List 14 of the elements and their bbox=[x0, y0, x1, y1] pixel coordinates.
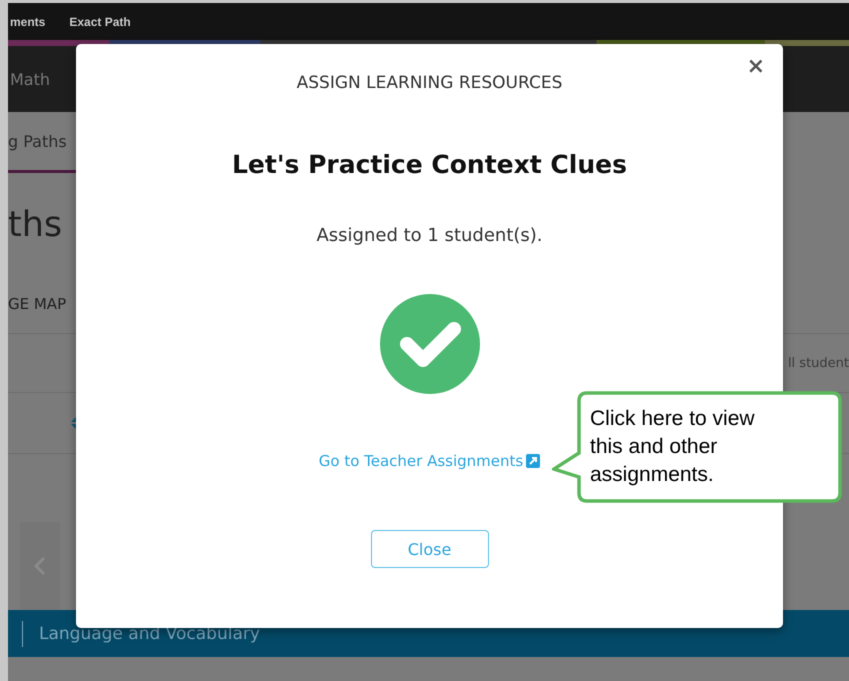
resource-title: Let's Practice Context Clues bbox=[232, 150, 627, 179]
assigned-message: Assigned to 1 student(s). bbox=[316, 225, 543, 246]
teacher-assignments-link[interactable]: Go to Teacher Assignments bbox=[318, 452, 540, 470]
nav-link[interactable]: Exact Path bbox=[69, 14, 131, 28]
close-button[interactable]: Close bbox=[370, 530, 488, 568]
external-link-icon bbox=[526, 454, 540, 468]
callout-text: Click here to view this and other assignments. bbox=[590, 406, 756, 488]
checkmark-icon bbox=[380, 294, 480, 394]
nav-link[interactable]: ments bbox=[10, 14, 46, 28]
nav-label[interactable]: Math bbox=[10, 70, 50, 88]
page-heading: ths bbox=[8, 204, 62, 247]
tab[interactable]: g Paths bbox=[8, 132, 67, 150]
column-text: ll student bbox=[788, 356, 849, 370]
dialog-title: ASSIGN LEARNING RESOURCES bbox=[296, 73, 562, 93]
